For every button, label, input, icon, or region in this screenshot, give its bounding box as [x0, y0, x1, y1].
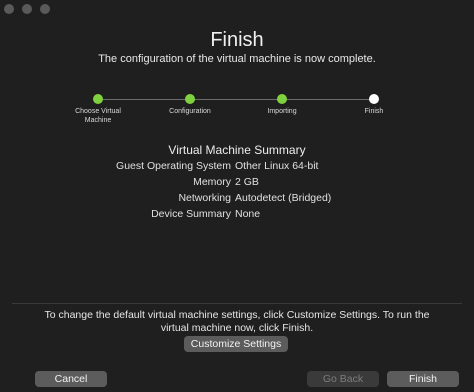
summary-title: Virtual Machine Summary [168, 143, 306, 157]
step-done-dot-icon [185, 94, 195, 104]
summary-row-memory: Memory 2 GB [0, 176, 474, 192]
step-configuration: Configuration [150, 92, 230, 116]
progress-steps: Choose Virtual Machine Configuration Imp… [0, 92, 474, 132]
summary-key: Guest Operating System [116, 160, 231, 172]
step-done-dot-icon [93, 94, 103, 104]
minimize-window-icon[interactable] [22, 4, 32, 14]
summary-value: None [235, 208, 261, 220]
steps-connector-line [98, 99, 374, 100]
customize-settings-button[interactable]: Customize Settings [184, 336, 288, 352]
page-title: Finish [210, 29, 264, 51]
finish-button[interactable]: Finish [387, 371, 459, 387]
summary-key: Networking [178, 192, 231, 204]
assistant-window: Finish The configuration of the virtual … [0, 0, 474, 392]
step-finish: Finish [334, 92, 414, 116]
summary-value: Autodetect (Bridged) [235, 192, 332, 204]
step-importing: Importing [242, 92, 322, 116]
cancel-button[interactable]: Cancel [35, 371, 107, 387]
step-done-dot-icon [277, 94, 287, 104]
window-controls [4, 4, 50, 14]
step-label: Choose Virtual Machine [75, 108, 121, 124]
summary-key: Memory [193, 176, 231, 188]
footer-divider [12, 303, 462, 304]
summary-row-guest-os: Guest Operating System Other Linux 64-bi… [0, 160, 474, 176]
summary-value: Other Linux 64-bit [235, 160, 319, 172]
summary-value: 2 GB [235, 176, 259, 188]
page-subtitle: The configuration of the virtual machine… [98, 53, 376, 65]
summary-row-networking: Networking Autodetect (Bridged) [0, 192, 474, 208]
step-label: Finish [364, 108, 384, 115]
go-back-button[interactable]: Go Back [307, 371, 379, 387]
step-current-dot-icon [369, 94, 379, 104]
summary-row-device-summary: Device Summary None [0, 208, 474, 224]
zoom-window-icon[interactable] [40, 4, 50, 14]
step-label: Importing [267, 108, 297, 115]
step-choose-vm: Choose Virtual Machine [58, 92, 138, 125]
close-window-icon[interactable] [4, 4, 14, 14]
summary-key: Device Summary [151, 208, 231, 220]
customize-hint-text: To change the default virtual machine se… [44, 309, 430, 334]
step-label: Configuration [169, 108, 211, 115]
